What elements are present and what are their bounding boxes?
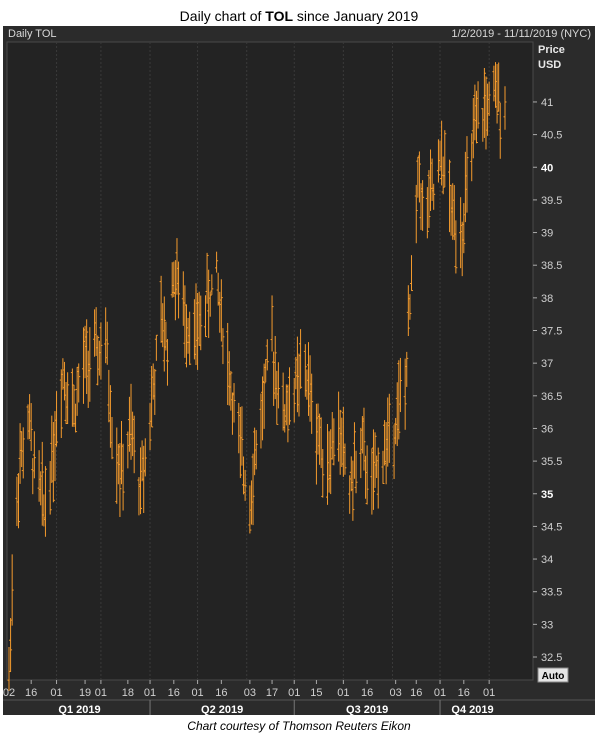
x-tick-label: 16	[361, 687, 373, 699]
panel-label: Daily TOL	[8, 28, 57, 40]
x-tick-label: 16	[168, 687, 180, 699]
x-tick-label: 16	[25, 687, 37, 699]
plot-area	[6, 41, 534, 681]
chart-caption: Chart courtesy of Thomson Reuters Eikon	[187, 719, 411, 733]
x-tick-label: 16	[215, 687, 227, 699]
y-tick-label: 40	[541, 162, 553, 174]
y-tick-label: 37.5	[541, 326, 562, 338]
x-tick-label: 16	[458, 687, 470, 699]
chart-title: Daily chart of TOL since January 2019	[179, 8, 419, 24]
x-tick-label: 01	[50, 687, 62, 699]
y-tick-label: 34.5	[541, 521, 562, 533]
y-tick-label: 34	[541, 554, 553, 566]
y-tick-label: 40.5	[541, 130, 562, 142]
y-tick-label: 41	[541, 97, 553, 109]
quarter-label: Q1 2019	[58, 704, 100, 715]
quarter-label: Q3 2019	[346, 704, 388, 715]
x-tick-label: 01	[434, 687, 446, 699]
ohlc-chart: Daily TOL 1/2/2019 - 11/11/2019 (NYC) Pric…	[3, 28, 595, 715]
auto-button-label: Auto	[542, 671, 565, 682]
y-axis-label-line1: Price	[538, 44, 565, 56]
x-tick-label: 19	[79, 687, 91, 699]
y-tick-label: 37	[541, 358, 553, 370]
y-tick-label: 35	[541, 489, 553, 501]
x-tick-label: 01	[483, 687, 495, 699]
x-tick-label: 01	[288, 687, 300, 699]
x-tick-label: 01	[337, 687, 349, 699]
y-tick-label: 36.5	[541, 391, 562, 403]
y-tick-label: 33.5	[541, 587, 562, 599]
x-tick-label: 01	[191, 687, 203, 699]
x-tick-label: 01	[95, 687, 107, 699]
x-tick-label: 18	[122, 687, 134, 699]
y-tick-label: 36	[541, 423, 553, 435]
y-tick-label: 35.5	[541, 456, 562, 468]
quarter-label: Q4 2019	[451, 704, 493, 715]
date-range-label: 1/2/2019 - 11/11/2019 (NYC)	[451, 28, 591, 40]
y-tick-label: 38	[541, 293, 553, 305]
x-tick-label: 03	[390, 687, 402, 699]
y-tick-label: 38.5	[541, 260, 562, 272]
x-tick-label: 15	[310, 687, 322, 699]
x-tick-label: 17	[266, 687, 278, 699]
x-tick-label: 03	[244, 687, 256, 699]
x-tick-label: 01	[144, 687, 156, 699]
y-axis-label-line2: USD	[538, 59, 561, 71]
quarter-label: Q2 2019	[201, 704, 243, 715]
y-tick-label: 33	[541, 619, 553, 631]
y-tick-label: 39	[541, 228, 553, 240]
x-tick-label: 16	[410, 687, 422, 699]
y-tick-label: 32.5	[541, 652, 562, 664]
y-tick-label: 39.5	[541, 195, 562, 207]
